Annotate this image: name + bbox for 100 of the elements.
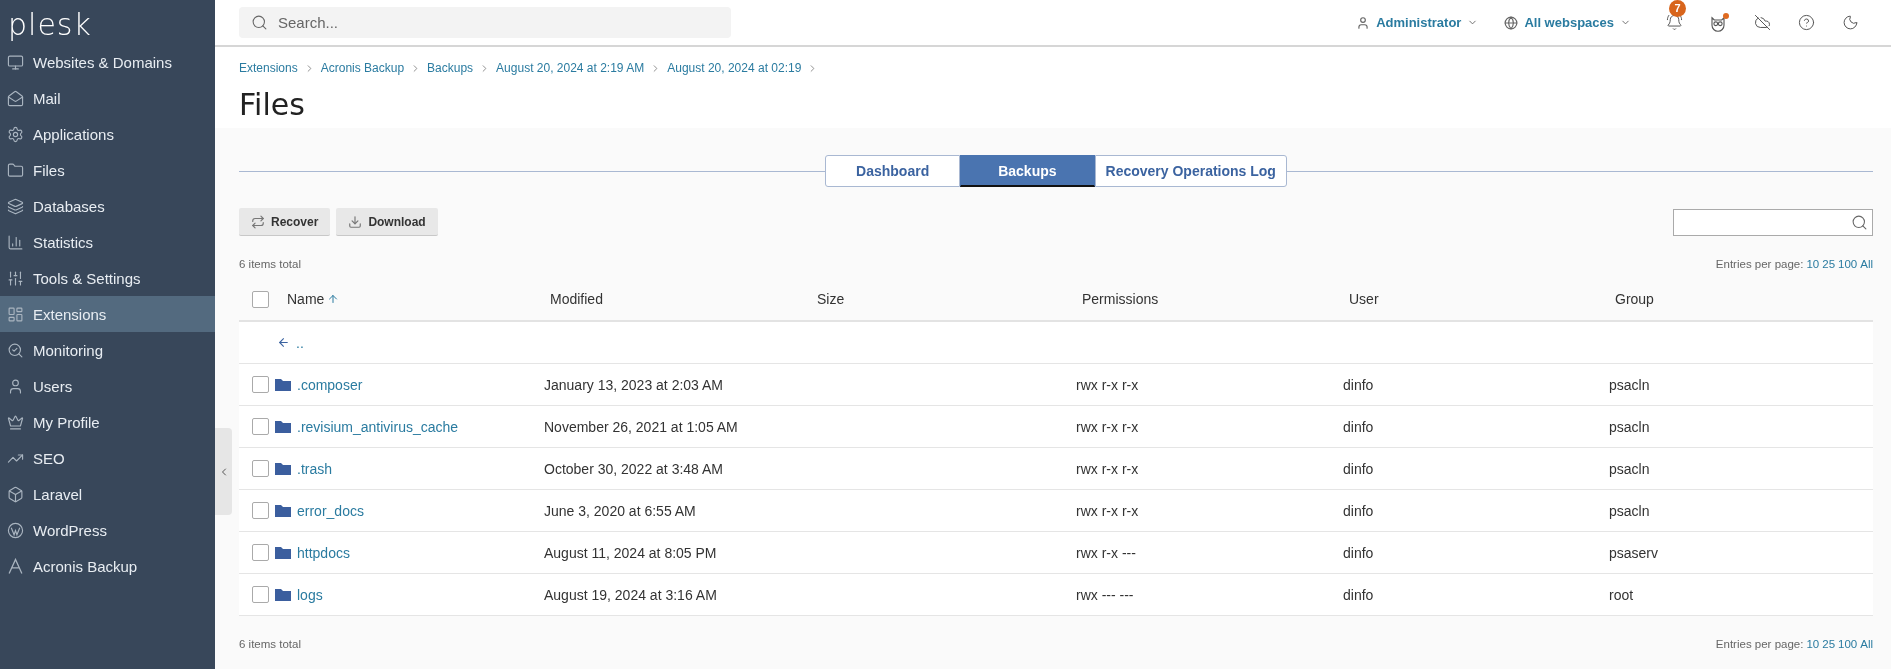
checkbox[interactable] [252,290,269,308]
column-header[interactable]: Name [287,291,340,307]
page-size-link[interactable]: 100 [1838,258,1858,270]
page-size-link[interactable]: 25 [1822,638,1836,650]
arrow-left-icon [277,336,290,349]
sidebar-item[interactable]: Files [0,152,215,188]
page-size-link[interactable]: All [1860,258,1873,270]
table-cell-text: rwx r-x r-x [1076,418,1140,435]
folder-link[interactable]: .composer [297,376,363,393]
sidebar-item[interactable]: Databases [0,188,215,224]
table-cell-text: August 19, 2024 at 3:16 AM [544,586,718,603]
webspaces-menu[interactable]: All webspaces [1504,15,1631,30]
folder-icon [275,588,291,601]
breadcrumb-link[interactable]: Extensions [239,61,298,75]
items-total: 6 items total [239,258,301,270]
dashboard-icon [7,305,24,323]
table-cell-text: rwx r-x --- [1076,544,1137,561]
crown-icon [7,413,24,431]
table-cell-text: psacln [1609,460,1651,477]
sidebar-item[interactable]: Mail [0,80,215,116]
table-cell-text: root [1609,586,1635,603]
table-cell-text: dinfo [1343,502,1375,519]
table-cell-text: dinfo [1343,460,1375,477]
column-header[interactable]: Modified [550,291,603,307]
table-cell-text: dinfo [1343,418,1375,435]
sidebar-item[interactable]: My Profile [0,404,215,440]
breadcrumb-link[interactable]: Acronis Backup [320,61,405,75]
column-header[interactable]: User [1349,291,1379,307]
page-title: Files [238,86,306,124]
checkbox[interactable] [252,418,269,435]
table-cell-text: dinfo [1343,544,1375,561]
table-cell-text: rwx r-x r-x [1076,460,1140,477]
column-header[interactable]: Permissions [1082,291,1159,307]
search-input[interactable]: Search... [276,13,719,32]
bar-chart-icon [7,233,24,251]
table-cell-text: dinfo [1343,586,1375,603]
tab[interactable]: Recovery Operations Log [1094,155,1287,187]
table-cell-text: psacln [1609,376,1651,393]
page-size-link[interactable]: 10 [1806,258,1820,270]
sidebar-item[interactable]: Monitoring [0,332,215,368]
checkbox[interactable] [252,376,269,393]
table-cell-text: January 13, 2023 at 2:03 AM [544,376,724,393]
sidebar-item[interactable]: Users [0,368,215,404]
collapse-handle[interactable] [215,428,232,515]
filter-field[interactable] [1673,208,1873,236]
folder-icon [275,420,291,433]
table-cell-text: psacln [1609,502,1651,519]
folder-link[interactable]: error_docs [297,502,364,519]
folder-icon [275,504,291,517]
download-button[interactable]: Download [336,208,438,236]
page-size-link[interactable]: 100 [1838,638,1858,650]
account-menu[interactable]: Administrator [1356,15,1479,30]
table-cell-text: October 30, 2022 at 3:48 AM [544,460,724,477]
sidebar-item[interactable]: Laravel [0,476,215,512]
table-cell-text: November 26, 2021 at 1:05 AM [544,418,739,435]
sidebar-item[interactable]: Applications [0,116,215,152]
checkbox[interactable] [252,502,269,519]
recover-button[interactable]: Recover [239,208,331,236]
table-cell-text: rwx --- --- [1076,586,1135,603]
breadcrumb-link[interactable]: August 20, 2024 at 2:19 AM [496,61,645,75]
download-icon [348,214,363,229]
column-header[interactable]: Size [817,291,845,307]
folder-link[interactable]: .revisium_antivirus_cache [297,418,459,435]
letter-a-icon [7,557,24,575]
breadcrumb-link[interactable]: August 20, 2024 at 02:19 [667,61,802,75]
sidebar-item[interactable]: SEO [0,440,215,476]
repeat-icon [251,214,265,229]
search-field[interactable]: Search... [239,7,731,38]
table-cell-text: psaserv [1609,544,1660,561]
sidebar-item[interactable]: WordPress [0,512,215,548]
sidebar-item[interactable]: Tools & Settings [0,260,215,296]
checkbox[interactable] [252,586,269,603]
checkbox[interactable] [252,460,269,477]
user-icon [7,377,24,395]
entries-per-page-label: Entries per page: [1715,638,1804,650]
sidebar-item[interactable]: Statistics [0,224,215,260]
folder-icon [275,462,291,475]
table-cell-text: August 11, 2024 at 8:05 PM [544,544,718,561]
tab[interactable]: Backups [960,155,1095,187]
sidebar-item[interactable]: Acronis Backup [0,548,215,584]
sidebar-item[interactable]: Extensions [0,296,215,332]
sidebar-item[interactable]: Websites & Domains [0,44,215,80]
tab[interactable]: Dashboard [825,155,961,187]
folder-icon [7,161,24,179]
magnifier-icon [7,341,24,359]
page-size-link[interactable]: 25 [1822,258,1836,270]
plesk-logo: plesk [7,6,93,44]
folder-link[interactable]: .trash [297,460,332,477]
page-size-link[interactable]: All [1860,638,1873,650]
breadcrumb-link[interactable]: Backups [427,61,474,75]
folder-icon [275,546,291,559]
search-icon [251,14,268,31]
page-size-link[interactable]: 10 [1806,638,1820,650]
folder-link[interactable]: httpdocs [297,544,350,561]
parent-folder-link[interactable]: .. [296,334,304,351]
folder-link[interactable]: logs [297,586,323,603]
table-cell-text: rwx r-x r-x [1076,502,1140,519]
column-header[interactable]: Group [1615,291,1654,307]
table-cell-text: rwx r-x r-x [1076,376,1140,393]
checkbox[interactable] [252,544,269,561]
